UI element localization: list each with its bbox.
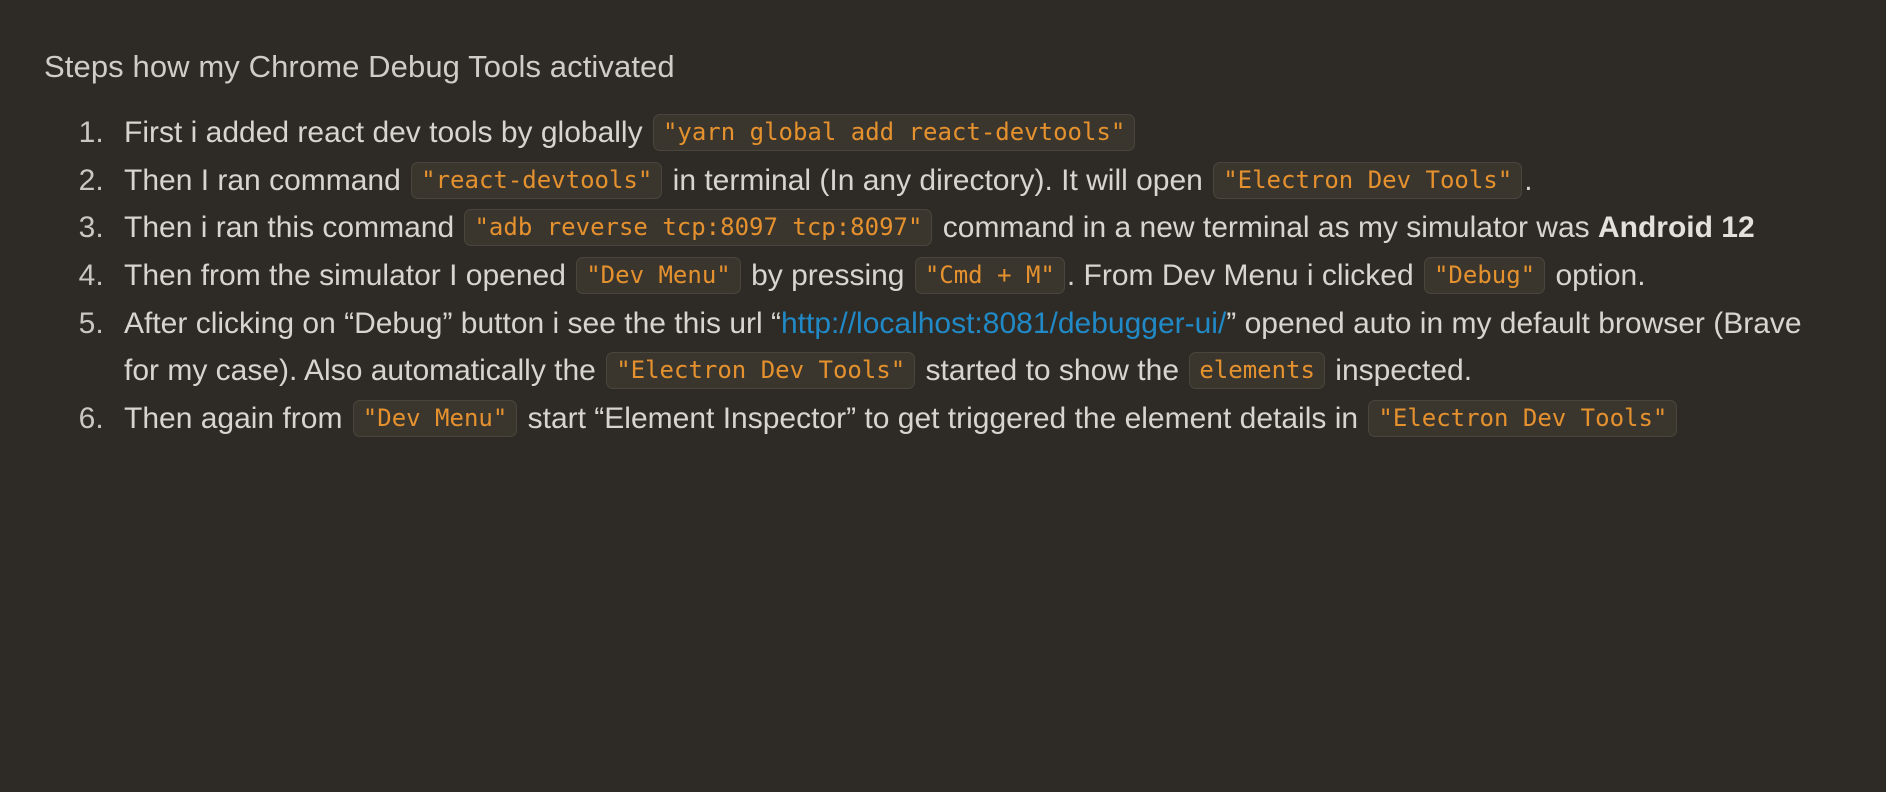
page-title: Steps how my Chrome Debug Tools activate… [44,49,675,84]
plain-text: . From Dev Menu i clicked [1066,259,1422,293]
document-page: Steps how my Chrome Debug Tools activate… [0,0,1886,792]
inline-code: "Electron Dev Tools" [606,351,916,389]
plain-text: option. [1547,259,1646,293]
plain-text: After clicking on “Debug” button i see t… [124,307,781,341]
external-link[interactable]: http://localhost:8081/debugger-ui/ [781,307,1226,340]
inline-code: "adb reverse tcp:8097 tcp:8097" [464,209,933,247]
plain-text: Then I ran command [124,163,410,197]
list-item: Then I ran command "react-devtools" in t… [112,158,1842,205]
list-item: Then again from "Dev Menu" start “Elemen… [112,396,1842,443]
step-text: Then from the simulator I opened "Dev Me… [124,257,1646,295]
step-text: First i added react dev tools by globall… [124,113,1137,151]
plain-text: . [1524,163,1533,197]
plain-text: inspected. [1326,353,1473,387]
inline-code: "yarn global add react-devtools" [652,113,1136,151]
plain-text: in terminal (In any directory). It will … [664,163,1212,197]
inline-code: "Electron Dev Tools" [1213,161,1523,199]
list-item: Then i ran this command "adb reverse tcp… [112,205,1842,252]
list-item: After clicking on “Debug” button i see t… [112,301,1842,395]
inline-code: "Cmd + M" [914,257,1065,295]
plain-text: command in a new terminal as my simulato… [934,211,1598,245]
inline-code: "Electron Dev Tools" [1368,399,1678,437]
step-text: Then i ran this command "adb reverse tcp… [124,209,1755,247]
inline-code: "Debug" [1423,257,1546,295]
plain-text: by pressing [742,259,913,293]
plain-text: Then from the simulator I opened [124,259,575,293]
plain-text: start “Element Inspector” to get trigger… [519,401,1367,435]
list-item: Then from the simulator I opened "Dev Me… [112,253,1842,300]
inline-code: "react-devtools" [411,161,663,199]
list-item: First i added react dev tools by globall… [112,110,1842,157]
step-text: Then I ran command "react-devtools" in t… [124,161,1533,199]
plain-text: Then i ran this command [124,211,463,245]
plain-text: Then again from [124,401,351,435]
step-text: After clicking on “Debug” button i see t… [124,307,1802,389]
plain-text: started to show the [917,353,1188,387]
steps-list: First i added react dev tools by globall… [44,110,1842,443]
inline-code: "Dev Menu" [352,399,518,437]
step-text: Then again from "Dev Menu" start “Elemen… [124,399,1679,437]
inline-code: elements [1189,351,1325,389]
bold-text: Android 12 [1597,211,1755,245]
inline-code: "Dev Menu" [576,257,741,295]
plain-text: First i added react dev tools by globall… [124,115,651,149]
